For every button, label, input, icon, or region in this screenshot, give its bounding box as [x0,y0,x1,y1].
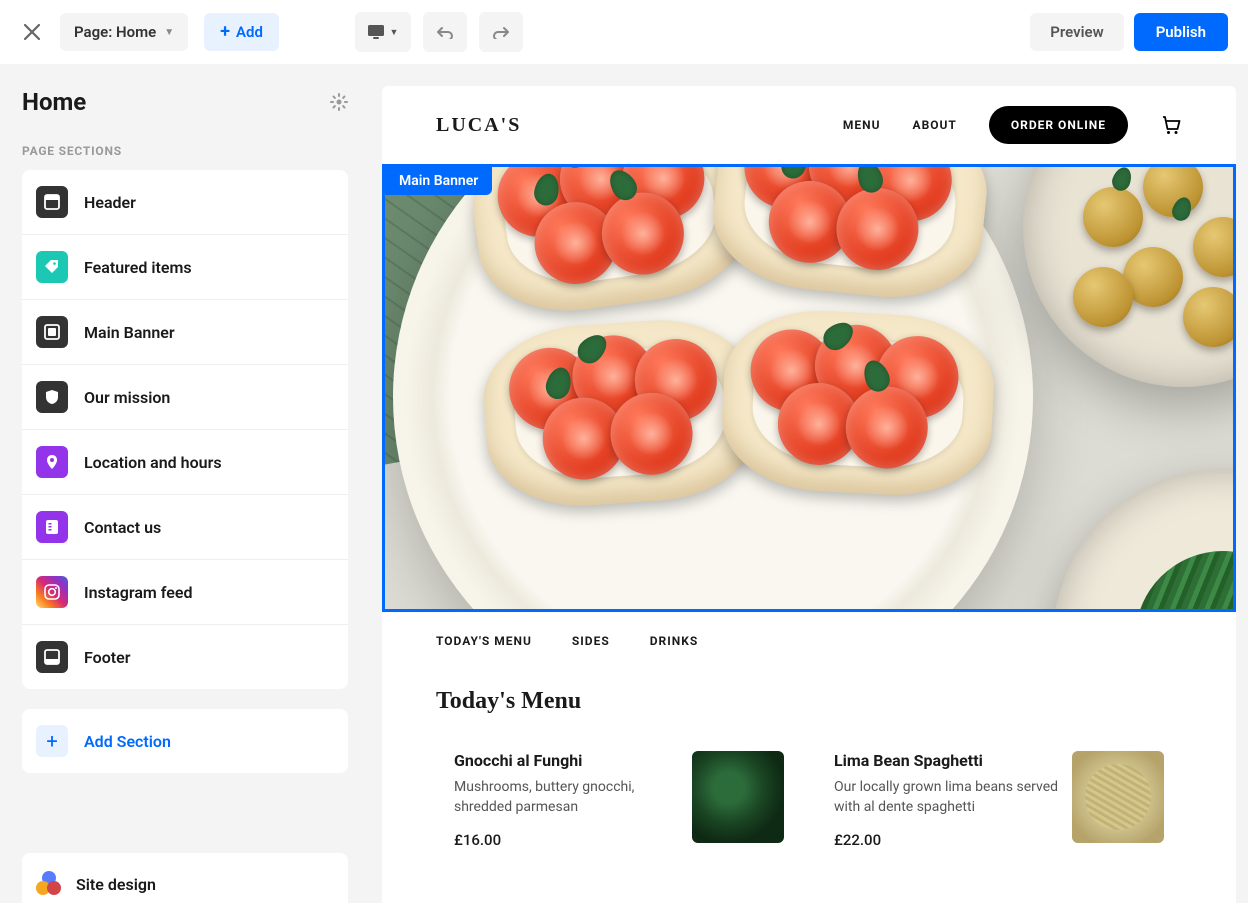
item-desc: Mushrooms, buttery gnocchi, shredded par… [454,778,678,817]
section-label: Main Banner [84,323,175,342]
section-footer[interactable]: Footer [22,625,348,689]
pin-icon [36,446,68,478]
item-image [1072,751,1164,843]
section-label: Header [84,193,136,212]
section-header[interactable]: Header [22,170,348,235]
palette-icon [36,871,62,897]
banner-image [385,167,1233,609]
toolbar-center: ▼ [355,12,523,52]
section-label: Footer [84,648,130,667]
section-label: Contact us [84,518,161,537]
menu-tabs: TODAY'S MENU SIDES DRINKS [382,612,1236,670]
add-button[interactable]: + Add [204,13,279,51]
section-featured-items[interactable]: Featured items [22,235,348,300]
item-price: £22.00 [834,831,1058,849]
main-banner[interactable]: Main Banner [382,164,1236,612]
redo-button[interactable] [479,12,523,52]
item-price: £16.00 [454,831,678,849]
footer-icon [36,641,68,673]
cart-icon [1160,114,1182,136]
site-design-button[interactable]: Site design [22,853,348,903]
chevron-down-icon: ▼ [389,27,398,38]
tab-sides[interactable]: SIDES [572,634,610,648]
editor-toolbar: Page: Home ▼ + Add ▼ Preview Publish [0,0,1248,64]
publish-button[interactable]: Publish [1134,13,1228,51]
section-location-hours[interactable]: Location and hours [22,430,348,495]
header-icon [36,186,68,218]
site-design-label: Site design [76,875,156,894]
redo-icon [492,25,510,39]
settings-button[interactable] [330,93,348,111]
banner-icon [36,316,68,348]
nav-about[interactable]: ABOUT [913,118,957,132]
plus-icon: + [36,725,68,757]
item-title: Lima Bean Spaghetti [834,751,1058,770]
chevron-down-icon: ▼ [164,27,174,38]
section-instagram-feed[interactable]: Instagram feed [22,560,348,625]
desktop-icon [367,24,385,40]
menu-item-card[interactable]: Gnocchi al Funghi Mushrooms, buttery gno… [436,733,802,867]
menu-section: Today's Menu Gnocchi al Funghi Mushrooms… [382,670,1236,867]
section-main-banner[interactable]: Main Banner [22,300,348,365]
site-preview[interactable]: LUCA'S MENU ABOUT ORDER ONLINE Main Bann… [382,86,1236,903]
preview-button[interactable]: Preview [1030,13,1123,51]
nav-menu[interactable]: MENU [843,118,881,132]
section-list: Header Featured items Main Banner Our mi… [22,170,348,689]
menu-section-title: Today's Menu [436,688,1182,715]
site-logo[interactable]: LUCA'S [436,114,521,137]
tab-todays-menu[interactable]: TODAY'S MENU [436,634,532,648]
tab-drinks[interactable]: DRINKS [650,634,698,648]
device-viewport-button[interactable]: ▼ [355,12,411,52]
canvas: LUCA'S MENU ABOUT ORDER ONLINE Main Bann… [370,64,1248,903]
undo-button[interactable] [423,12,467,52]
shield-icon [36,381,68,413]
close-icon [23,23,41,41]
sidebar: Home PAGE SECTIONS Header Featured items [0,64,370,903]
section-label: Instagram feed [84,583,193,602]
cart-button[interactable] [1160,114,1182,136]
add-section-label: Add Section [84,732,171,751]
site-nav: LUCA'S MENU ABOUT ORDER ONLINE [382,86,1236,164]
page-selector-label: Page: Home [74,23,156,41]
sidebar-title: Home [22,88,86,116]
menu-item-card[interactable]: Lima Bean Spaghetti Our locally grown li… [816,733,1182,867]
order-online-button[interactable]: ORDER ONLINE [989,106,1128,144]
gear-icon [330,93,348,111]
tag-icon [36,251,68,283]
section-our-mission[interactable]: Our mission [22,365,348,430]
sections-heading: PAGE SECTIONS [22,144,348,158]
section-contact-us[interactable]: Contact us [22,495,348,560]
item-title: Gnocchi al Funghi [454,751,678,770]
page-selector[interactable]: Page: Home ▼ [60,13,188,51]
toolbar-right: Preview Publish [1030,13,1228,51]
banner-selection-tag: Main Banner [385,167,492,195]
form-icon [36,511,68,543]
section-label: Featured items [84,258,192,277]
instagram-icon [36,576,68,608]
undo-icon [436,25,454,39]
add-section-button[interactable]: + Add Section [22,709,348,773]
close-button[interactable] [20,20,44,44]
section-label: Our mission [84,388,170,407]
item-image [692,751,784,843]
item-desc: Our locally grown lima beans served with… [834,778,1058,817]
add-button-label: Add [236,23,263,41]
plus-icon: + [220,23,230,41]
section-label: Location and hours [84,453,222,472]
